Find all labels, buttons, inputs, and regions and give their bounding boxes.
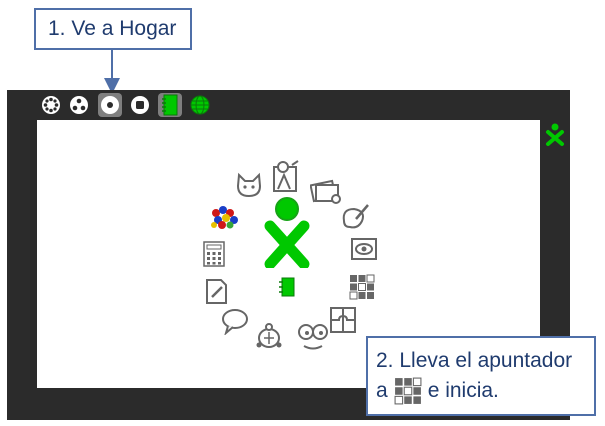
xo-owner-icon[interactable]	[261, 192, 313, 268]
turtle-icon[interactable]	[253, 322, 285, 352]
grid-memorize-icon[interactable]	[347, 272, 377, 302]
group-view-button[interactable]	[67, 93, 91, 117]
callout-launch-prefix: a	[376, 379, 388, 402]
callout-launch-line2: a e inicia.	[376, 376, 594, 406]
frame-toolbar	[7, 90, 570, 120]
browse-button[interactable]	[188, 93, 212, 117]
neighborhood-view-button[interactable]	[39, 93, 63, 117]
home-view-button[interactable]	[98, 93, 122, 117]
journal-activity-icon[interactable]	[278, 276, 296, 298]
group-icon	[70, 96, 88, 114]
callout-launch-activity: 2. Lleva el apuntador a e inicia.	[366, 336, 596, 416]
journal-icon	[162, 94, 178, 116]
eye-view-icon[interactable]	[349, 236, 379, 262]
neighborhood-icon	[42, 96, 60, 114]
colored-blobs-icon[interactable]	[207, 202, 243, 232]
grid-memorize-icon	[394, 377, 422, 405]
cat-icon[interactable]	[233, 170, 265, 200]
globe-icon	[190, 95, 210, 115]
activity-view-button[interactable]	[128, 93, 152, 117]
buddy-xo-icon[interactable]	[545, 122, 565, 146]
calculator-icon[interactable]	[201, 240, 227, 268]
journal-button[interactable]	[158, 93, 182, 117]
painting-figure-icon[interactable]	[269, 158, 303, 194]
activity-icon	[131, 96, 149, 114]
paint-palette-icon[interactable]	[337, 202, 371, 234]
callout-launch-suffix: e inicia.	[427, 379, 499, 402]
puzzle-icon[interactable]	[327, 304, 359, 336]
chat-bubble-icon[interactable]	[219, 306, 251, 336]
callout-launch-line1: 2. Lleva el apuntador	[376, 349, 573, 372]
write-icon[interactable]	[203, 276, 231, 306]
home-icon	[101, 96, 119, 114]
face-eyes-icon[interactable]	[295, 322, 331, 352]
